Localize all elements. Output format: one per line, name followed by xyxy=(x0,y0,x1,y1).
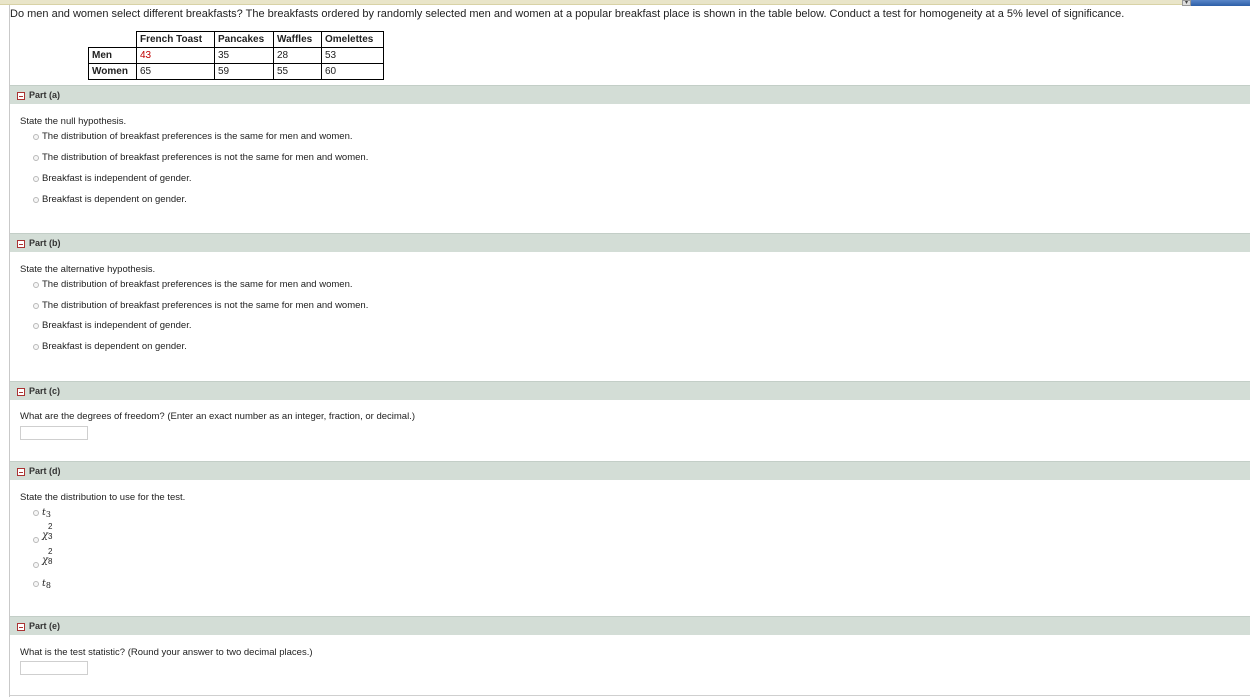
option-label: Breakfast is dependent on gender. xyxy=(42,341,187,352)
radio-button[interactable] xyxy=(33,510,39,516)
table-row: Women 65 59 55 60 xyxy=(88,63,384,80)
collapse-icon[interactable] xyxy=(17,388,25,396)
option-label: Breakfast is independent of gender. xyxy=(42,173,192,184)
option-label: The distribution of breakfast preference… xyxy=(42,279,353,290)
part-c-header[interactable]: Part (c) xyxy=(10,381,1250,400)
table-cell: 60 xyxy=(321,63,384,80)
part-d-option-1[interactable]: t3 xyxy=(33,507,51,519)
table-cell: 35 xyxy=(214,47,274,64)
radio-button[interactable] xyxy=(33,282,39,288)
table-header: Pancakes xyxy=(214,31,274,48)
table-cell: 28 xyxy=(273,47,322,64)
distribution-label: t3 xyxy=(42,507,51,519)
table-row: Men 43 35 28 53 xyxy=(88,47,384,64)
part-d-option-4[interactable]: t8 xyxy=(33,578,51,590)
part-e-header[interactable]: Part (e) xyxy=(10,616,1250,635)
table-header: French Toast xyxy=(136,31,215,48)
question-text: Do men and women select different breakf… xyxy=(10,8,1125,20)
degrees-of-freedom-input[interactable] xyxy=(20,426,88,440)
radio-button[interactable] xyxy=(33,537,39,543)
part-a-header[interactable]: Part (a) xyxy=(10,85,1250,104)
part-d-header[interactable]: Part (d) xyxy=(10,461,1250,480)
test-statistic-input[interactable] xyxy=(20,661,88,675)
part-b-option-3[interactable]: Breakfast is independent of gender. xyxy=(33,320,191,332)
radio-button[interactable] xyxy=(33,176,39,182)
radio-button[interactable] xyxy=(33,155,39,161)
radio-button[interactable] xyxy=(33,323,39,329)
table-header: Omelettes xyxy=(321,31,384,48)
table-cell: 65 xyxy=(136,63,215,80)
table-header-row: French Toast Pancakes Waffles Omelettes xyxy=(89,31,384,48)
collapse-icon[interactable] xyxy=(17,623,25,631)
part-b-title: Part (b) xyxy=(29,238,61,248)
part-a-option-2[interactable]: The distribution of breakfast preference… xyxy=(33,152,368,164)
table-cell: 43 xyxy=(136,47,215,64)
distribution-label: t8 xyxy=(42,578,51,590)
option-label: Breakfast is independent of gender. xyxy=(42,320,192,331)
part-b-option-1[interactable]: The distribution of breakfast preference… xyxy=(33,279,353,291)
table-cell: 53 xyxy=(321,47,384,64)
radio-button[interactable] xyxy=(33,197,39,203)
table-header: Waffles xyxy=(273,31,322,48)
part-b-option-4[interactable]: Breakfast is dependent on gender. xyxy=(33,341,187,353)
part-a-prompt: State the null hypothesis. xyxy=(20,116,127,127)
part-a-option-3[interactable]: Breakfast is independent of gender. xyxy=(33,173,191,185)
part-d-option-3[interactable]: χ28 xyxy=(33,547,56,569)
option-label: The distribution of breakfast preference… xyxy=(42,131,353,142)
part-b-option-2[interactable]: The distribution of breakfast preference… xyxy=(33,300,368,312)
option-label: The distribution of breakfast preference… xyxy=(42,300,369,311)
part-b-header[interactable]: Part (b) xyxy=(10,233,1250,252)
option-label: Breakfast is dependent on gender. xyxy=(42,194,187,205)
table-cell: 59 xyxy=(214,63,274,80)
part-d-prompt: State the distribution to use for the te… xyxy=(20,492,186,503)
part-c-title: Part (c) xyxy=(29,386,61,396)
part-a-option-4[interactable]: Breakfast is dependent on gender. xyxy=(33,194,187,206)
option-label: The distribution of breakfast preference… xyxy=(42,152,369,163)
collapse-icon[interactable] xyxy=(17,468,25,476)
part-d-option-2[interactable]: χ23 xyxy=(33,522,56,544)
part-a-title: Part (a) xyxy=(29,90,61,100)
table-cell: 55 xyxy=(273,63,322,80)
part-d-title: Part (d) xyxy=(29,466,61,476)
part-a-option-1[interactable]: The distribution of breakfast preference… xyxy=(33,131,353,143)
observations-table: French Toast Pancakes Waffles Omelettes … xyxy=(88,31,384,80)
radio-button[interactable] xyxy=(33,562,39,568)
collapse-icon[interactable] xyxy=(17,240,25,248)
distribution-label: χ28 xyxy=(42,547,53,566)
part-c-prompt: What are the degrees of freedom? (Enter … xyxy=(20,411,415,422)
bottom-divider xyxy=(10,695,1250,696)
radio-button[interactable] xyxy=(33,134,39,140)
part-e-title: Part (e) xyxy=(29,621,61,631)
content-frame xyxy=(9,5,1250,697)
part-e-prompt: What is the test statistic? (Round your … xyxy=(20,647,313,658)
radio-button[interactable] xyxy=(33,344,39,350)
distribution-label: χ23 xyxy=(42,522,53,541)
table-corner xyxy=(89,32,137,48)
collapse-icon[interactable] xyxy=(17,92,25,100)
radio-button[interactable] xyxy=(33,581,39,587)
part-b-prompt: State the alternative hypothesis. xyxy=(20,264,156,275)
row-label: Women xyxy=(88,63,137,80)
row-label: Men xyxy=(88,47,137,64)
radio-button[interactable] xyxy=(33,303,39,309)
